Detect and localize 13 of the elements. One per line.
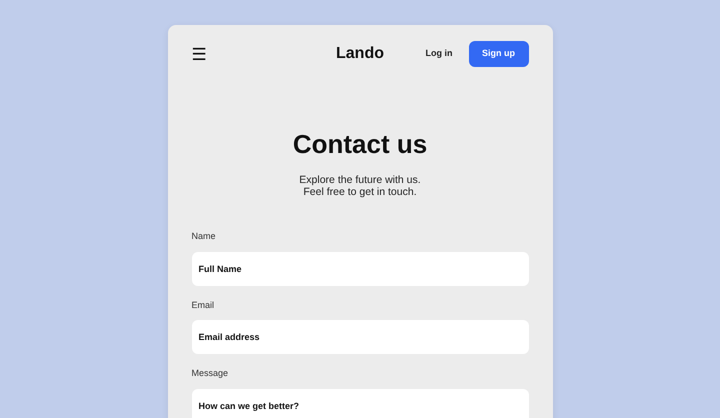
signup-button[interactable]: Sign up [468,41,528,67]
login-link[interactable]: Log in [426,47,452,61]
input-field[interactable]: Email address [192,320,528,354]
page-title: Contact us [292,129,428,160]
subtitle-text: Feel free to get in touch. [302,186,418,198]
brand-logo: Lando [336,44,384,64]
message-field[interactable]: How can we get better? [192,388,528,418]
subtitle-text: Explore the future with us. [298,174,422,186]
field-label: Message [192,367,230,380]
field-label: Email [192,298,216,312]
input-field[interactable]: Full Name [192,252,528,286]
field-label: Name [192,230,217,244]
menu-button[interactable]: ☰ [192,46,206,62]
